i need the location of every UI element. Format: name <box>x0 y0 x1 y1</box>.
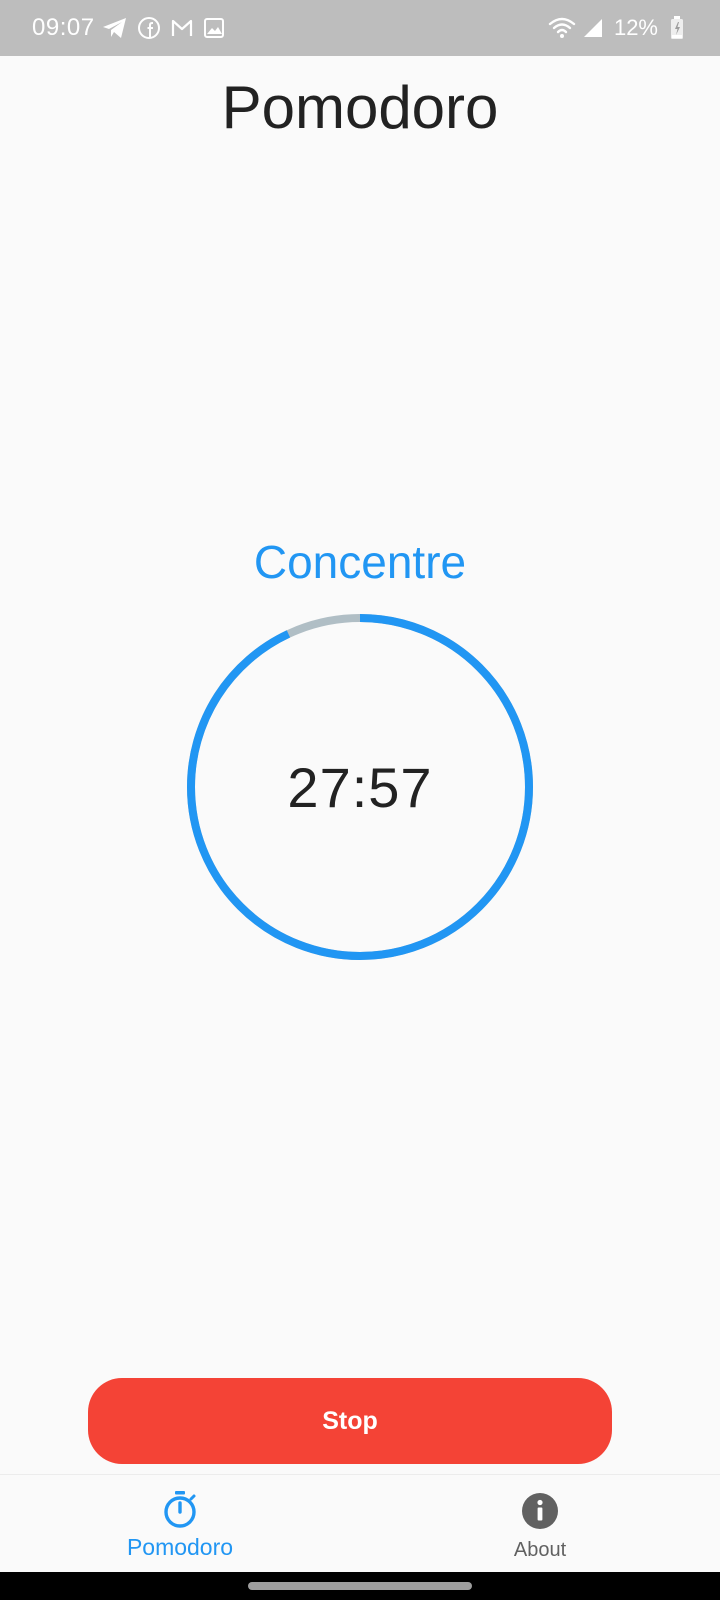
gmail-icon <box>170 17 194 39</box>
home-gesture-handle[interactable] <box>248 1582 472 1590</box>
gallery-icon <box>203 17 225 39</box>
nav-item-about[interactable]: About <box>360 1475 720 1573</box>
nav-label-pomodoro: Pomodoro <box>126 1534 234 1560</box>
battery-icon <box>670 16 684 40</box>
cell-signal-icon <box>582 17 604 39</box>
timer-icon <box>160 1489 200 1529</box>
nav-label-about: About <box>513 1539 567 1561</box>
wifi-icon <box>548 16 576 40</box>
battery-percent: 12% <box>613 15 658 40</box>
info-icon <box>520 1491 560 1531</box>
bottom-navigation: Pomodoro About <box>0 1474 720 1573</box>
telegram-icon <box>102 17 128 39</box>
phase-label: Concentre <box>253 536 467 588</box>
time-remaining: 27:57 <box>287 755 433 819</box>
system-status-icons: 12% <box>542 14 684 42</box>
nav-item-pomodoro[interactable]: Pomodoro <box>0 1475 360 1573</box>
system-navigation-bar <box>0 1572 720 1600</box>
stop-button[interactable]: Stop <box>88 1378 612 1464</box>
status-bar: 09:07 12% <box>0 0 720 56</box>
page-title: Pomodoro <box>221 74 499 141</box>
notification-icons <box>102 14 234 42</box>
facebook-icon <box>137 16 161 40</box>
status-time: 09:07 <box>32 14 95 41</box>
